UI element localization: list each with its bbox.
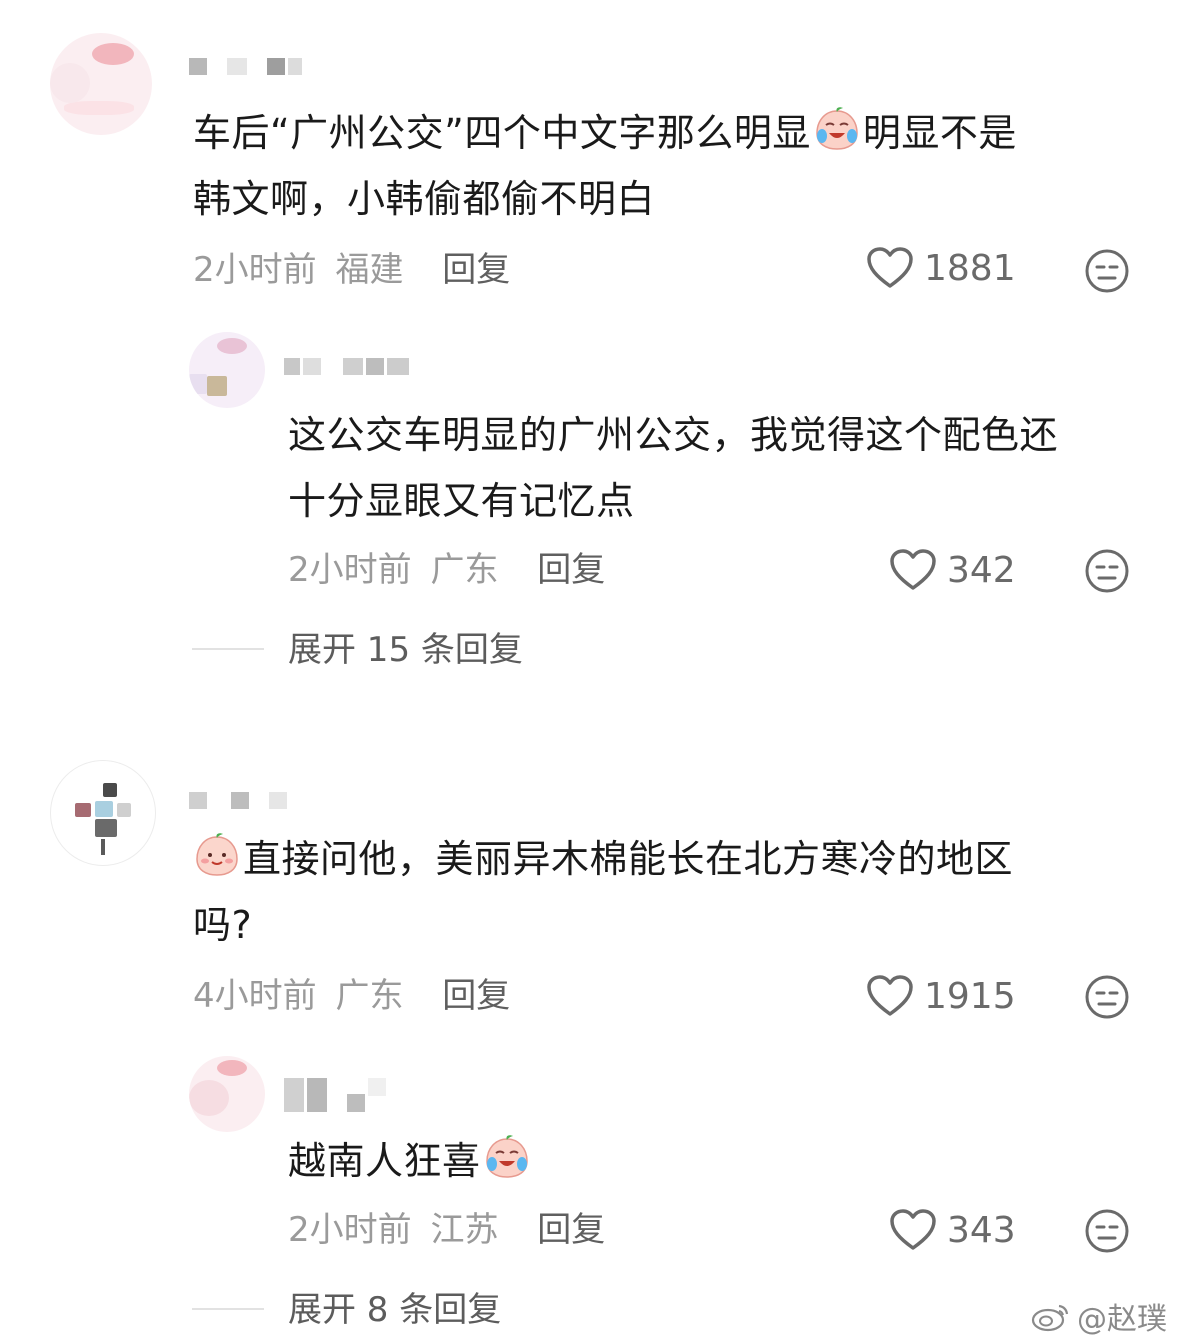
divider <box>192 1308 264 1310</box>
like-count: 342 <box>947 549 1016 591</box>
watermark: @赵璞 <box>1031 1294 1167 1338</box>
reply-button[interactable]: 回复 <box>537 550 605 590</box>
dislike-face-icon[interactable] <box>1084 548 1130 594</box>
reply-text-line: 十分显眼又有记忆点 <box>288 479 635 523</box>
reply-avatar[interactable] <box>189 332 265 408</box>
reply-meta: 2小时前 江苏 回复 <box>288 1210 605 1250</box>
reply-username-blurred[interactable] <box>284 1078 386 1112</box>
comment-time: 4小时前 <box>193 976 317 1016</box>
laugh-cry-peach-icon <box>483 1133 531 1181</box>
comment-text-line: 韩文啊，小韩偷都偷不明白 <box>193 177 656 221</box>
reply-location: 江苏 <box>430 1210 499 1250</box>
reply-meta: 2小时前 广东 回复 <box>288 550 605 590</box>
dislike-face-icon[interactable] <box>1084 1208 1130 1254</box>
reply-text-part: 越南人狂喜 <box>288 1139 481 1183</box>
comment-time: 2小时前 <box>193 250 317 290</box>
like-count: 343 <box>947 1209 1016 1251</box>
like-button[interactable]: 343 <box>889 1208 1016 1252</box>
expand-replies-button[interactable]: 展开 15 条回复 <box>288 630 523 670</box>
reply-text: 越南人狂喜 <box>288 1128 533 1194</box>
heart-icon <box>866 974 914 1018</box>
smile-peach-icon <box>193 831 241 879</box>
comment-text-part: 直接问他，美丽异木棉能长在北方寒冷的地区 <box>243 837 1014 881</box>
comment-meta: 2小时前 福建 回复 <box>193 250 510 290</box>
like-count: 1915 <box>924 975 1016 1017</box>
comment-meta: 4小时前 广东 回复 <box>193 976 510 1016</box>
like-button[interactable]: 342 <box>889 548 1016 592</box>
reply-button[interactable]: 回复 <box>442 976 510 1016</box>
heart-icon <box>889 548 937 592</box>
dislike-face-icon[interactable] <box>1084 974 1130 1020</box>
comment-location: 广东 <box>335 976 404 1016</box>
username-blurred[interactable] <box>189 792 287 809</box>
heart-icon <box>866 246 914 290</box>
expand-replies-button[interactable]: 展开 8 条回复 <box>288 1290 501 1330</box>
reply-time: 2小时前 <box>288 1210 412 1250</box>
reply-text-line: 这公交车明显的广州公交，我觉得这个配色还 <box>288 413 1059 457</box>
reply-time: 2小时前 <box>288 550 412 590</box>
reply-button[interactable]: 回复 <box>442 250 510 290</box>
reply-username-blurred[interactable] <box>284 358 409 375</box>
comment-text: 直接问他，美丽异木棉能长在北方寒冷的地区 <box>193 826 1013 892</box>
username-blurred[interactable] <box>189 58 302 75</box>
comment-location: 福建 <box>335 250 404 290</box>
comment-text: 车后“广州公交”四个中文字那么明显 明显不是 <box>193 100 1017 166</box>
watermark-text: @赵璞 <box>1077 1302 1167 1337</box>
heart-icon <box>889 1208 937 1252</box>
dislike-face-icon[interactable] <box>1084 248 1130 294</box>
comment-text-part: 明显不是 <box>862 111 1017 155</box>
comment-text-line: 吗? <box>193 903 253 947</box>
reply-location: 广东 <box>430 550 499 590</box>
like-button[interactable]: 1881 <box>866 246 1016 290</box>
avatar[interactable] <box>50 760 156 866</box>
reply-avatar[interactable] <box>189 1056 265 1132</box>
weibo-logo-icon <box>1031 1304 1069 1332</box>
comment-text-part: 车后“广州公交”四个中文字那么明显 <box>193 111 811 155</box>
laugh-cry-peach-icon <box>813 105 861 153</box>
reply-button[interactable]: 回复 <box>537 1210 605 1250</box>
like-count: 1881 <box>924 247 1016 289</box>
avatar[interactable] <box>50 33 152 135</box>
like-button[interactable]: 1915 <box>866 974 1016 1018</box>
divider <box>192 648 264 650</box>
